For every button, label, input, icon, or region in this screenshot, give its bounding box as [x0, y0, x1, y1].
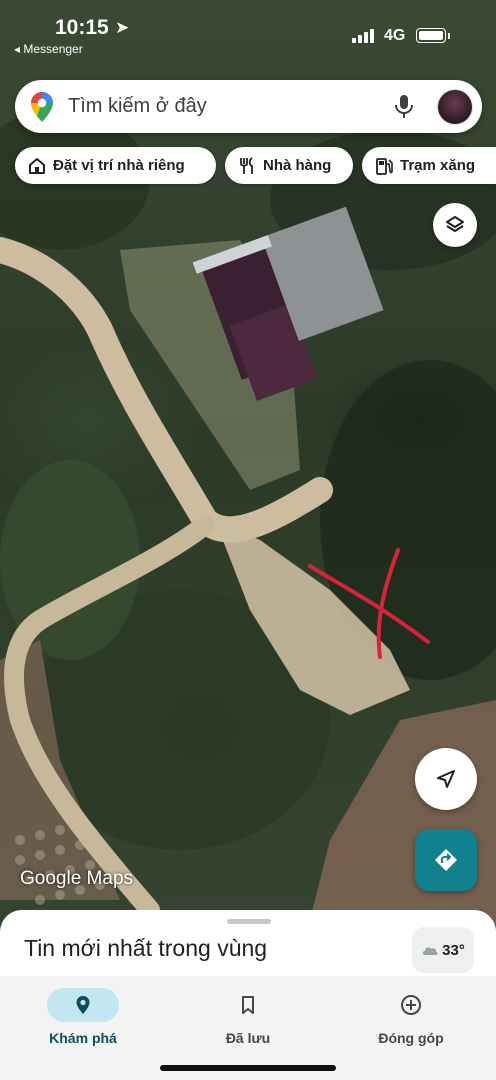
nav-label: Đóng góp — [378, 1030, 444, 1046]
restaurant-icon — [240, 156, 253, 174]
chip-restaurants[interactable]: Nhà hàng — [225, 147, 353, 184]
layers-button[interactable] — [433, 203, 477, 247]
search-input[interactable]: Tìm kiếm ở đây — [68, 95, 207, 118]
nav-label: Khám phá — [49, 1030, 117, 1046]
cloud-icon — [422, 947, 438, 955]
network-type: 4G — [384, 27, 406, 44]
weather-chip[interactable]: 33° — [412, 927, 474, 973]
location-services-icon: ➤ — [115, 18, 130, 37]
search-bar[interactable]: Tìm kiếm ở đây — [15, 80, 482, 133]
add-circle-icon — [401, 995, 421, 1015]
avatar[interactable] — [437, 89, 473, 125]
directions-icon — [435, 849, 457, 871]
nav-explore[interactable]: Khám phá — [8, 982, 158, 1052]
directions-button[interactable] — [415, 829, 477, 891]
temperature: 33° — [442, 941, 465, 959]
signal-strength-icon — [352, 29, 378, 43]
chip-set-home[interactable]: Đặt vị trí nhà riêng — [15, 147, 216, 184]
navigation-arrow-icon — [437, 770, 455, 788]
gas-station-icon — [376, 157, 393, 175]
back-to-app-link[interactable]: ◂ Messenger — [14, 42, 83, 56]
microphone-icon[interactable] — [393, 94, 415, 120]
nav-label: Đã lưu — [225, 1030, 271, 1046]
chip-label: Đặt vị trí nhà riêng — [53, 157, 185, 174]
layers-icon — [446, 216, 464, 232]
sheet-title: Tin mới nhất trong vùng — [24, 935, 268, 961]
status-bar: 10:15 ➤ ◂ Messenger 4G — [0, 0, 496, 70]
chip-label: Nhà hàng — [263, 157, 332, 174]
map-watermark: Google Maps — [20, 868, 134, 889]
home-indicator[interactable] — [160, 1065, 336, 1071]
battery-icon — [416, 28, 446, 43]
sheet-drag-handle[interactable] — [227, 919, 271, 924]
location-pin-icon — [76, 996, 90, 1014]
bookmark-icon — [242, 996, 254, 1014]
nav-contribute[interactable]: Đóng góp — [336, 982, 486, 1052]
bottom-sheet[interactable]: Tin mới nhất trong vùng 33° — [0, 910, 496, 985]
chip-gas-stations[interactable]: Trạm xăng — [362, 147, 496, 184]
nav-saved[interactable]: Đã lưu — [173, 982, 323, 1052]
battery-tip — [448, 33, 450, 39]
my-location-button[interactable] — [415, 748, 477, 810]
clock: 10:15 — [55, 16, 109, 39]
home-icon — [29, 157, 45, 174]
chip-label: Trạm xăng — [400, 157, 476, 174]
google-maps-logo-icon — [31, 92, 53, 122]
